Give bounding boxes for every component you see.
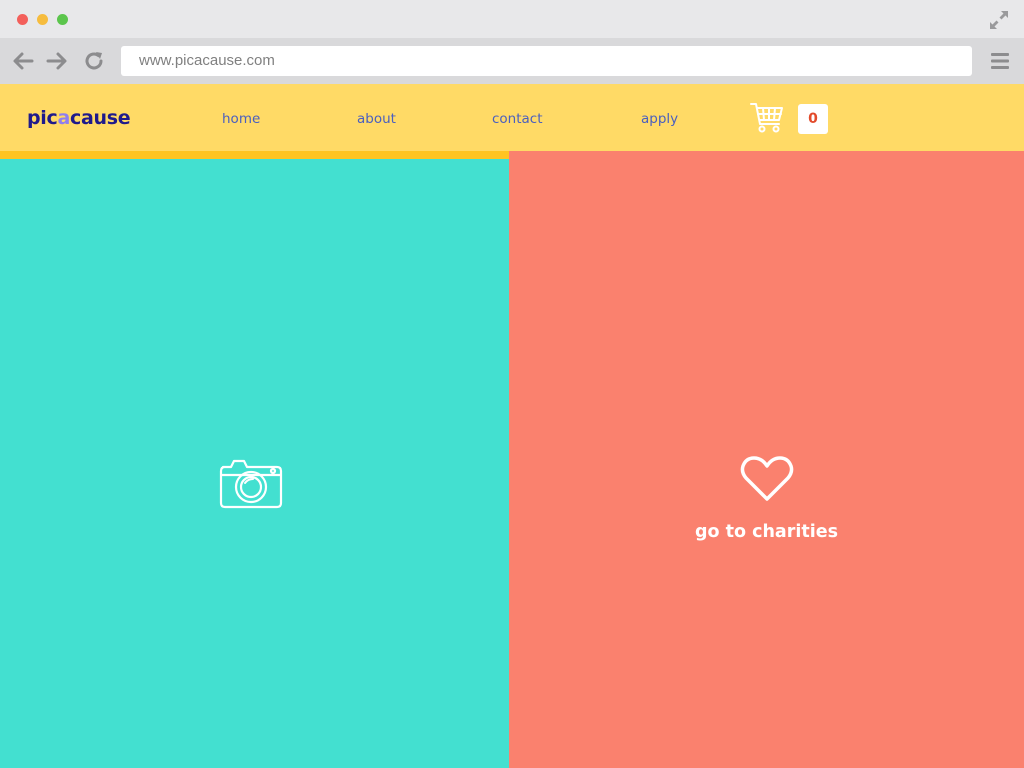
nav-link-about[interactable]: about <box>357 111 396 127</box>
browser-titlebar <box>0 0 1024 38</box>
logo-part-cause: cause <box>70 107 131 129</box>
logo-part-a: a <box>57 107 71 129</box>
back-arrow-icon[interactable] <box>11 49 35 73</box>
heart-icon[interactable] <box>740 455 794 503</box>
cart-count-badge[interactable]: 0 <box>798 104 828 134</box>
nav-link-apply[interactable]: apply <box>641 111 678 127</box>
nav-link-contact[interactable]: contact <box>492 111 543 127</box>
reload-icon[interactable] <box>82 49 106 73</box>
forward-arrow-icon[interactable] <box>45 49 69 73</box>
hamburger-menu-icon[interactable] <box>990 51 1010 71</box>
close-window-dot[interactable] <box>17 14 28 25</box>
nav-link-home[interactable]: home <box>222 111 260 127</box>
active-section-indicator <box>0 151 509 159</box>
site-header: picacause home about contact apply 0 <box>0 84 1024 151</box>
site-logo[interactable]: picacause <box>27 107 131 129</box>
shopping-cart-icon[interactable] <box>750 102 784 134</box>
camera-icon[interactable] <box>219 458 283 510</box>
go-to-charities-link[interactable]: go to charities <box>509 522 1024 542</box>
minimize-window-dot[interactable] <box>37 14 48 25</box>
logo-part-pic: pic <box>27 107 58 129</box>
browser-toolbar: www.picacause.com <box>0 38 1024 84</box>
fullscreen-expand-icon[interactable] <box>988 9 1010 31</box>
address-bar[interactable]: www.picacause.com <box>121 46 972 76</box>
maximize-window-dot[interactable] <box>57 14 68 25</box>
